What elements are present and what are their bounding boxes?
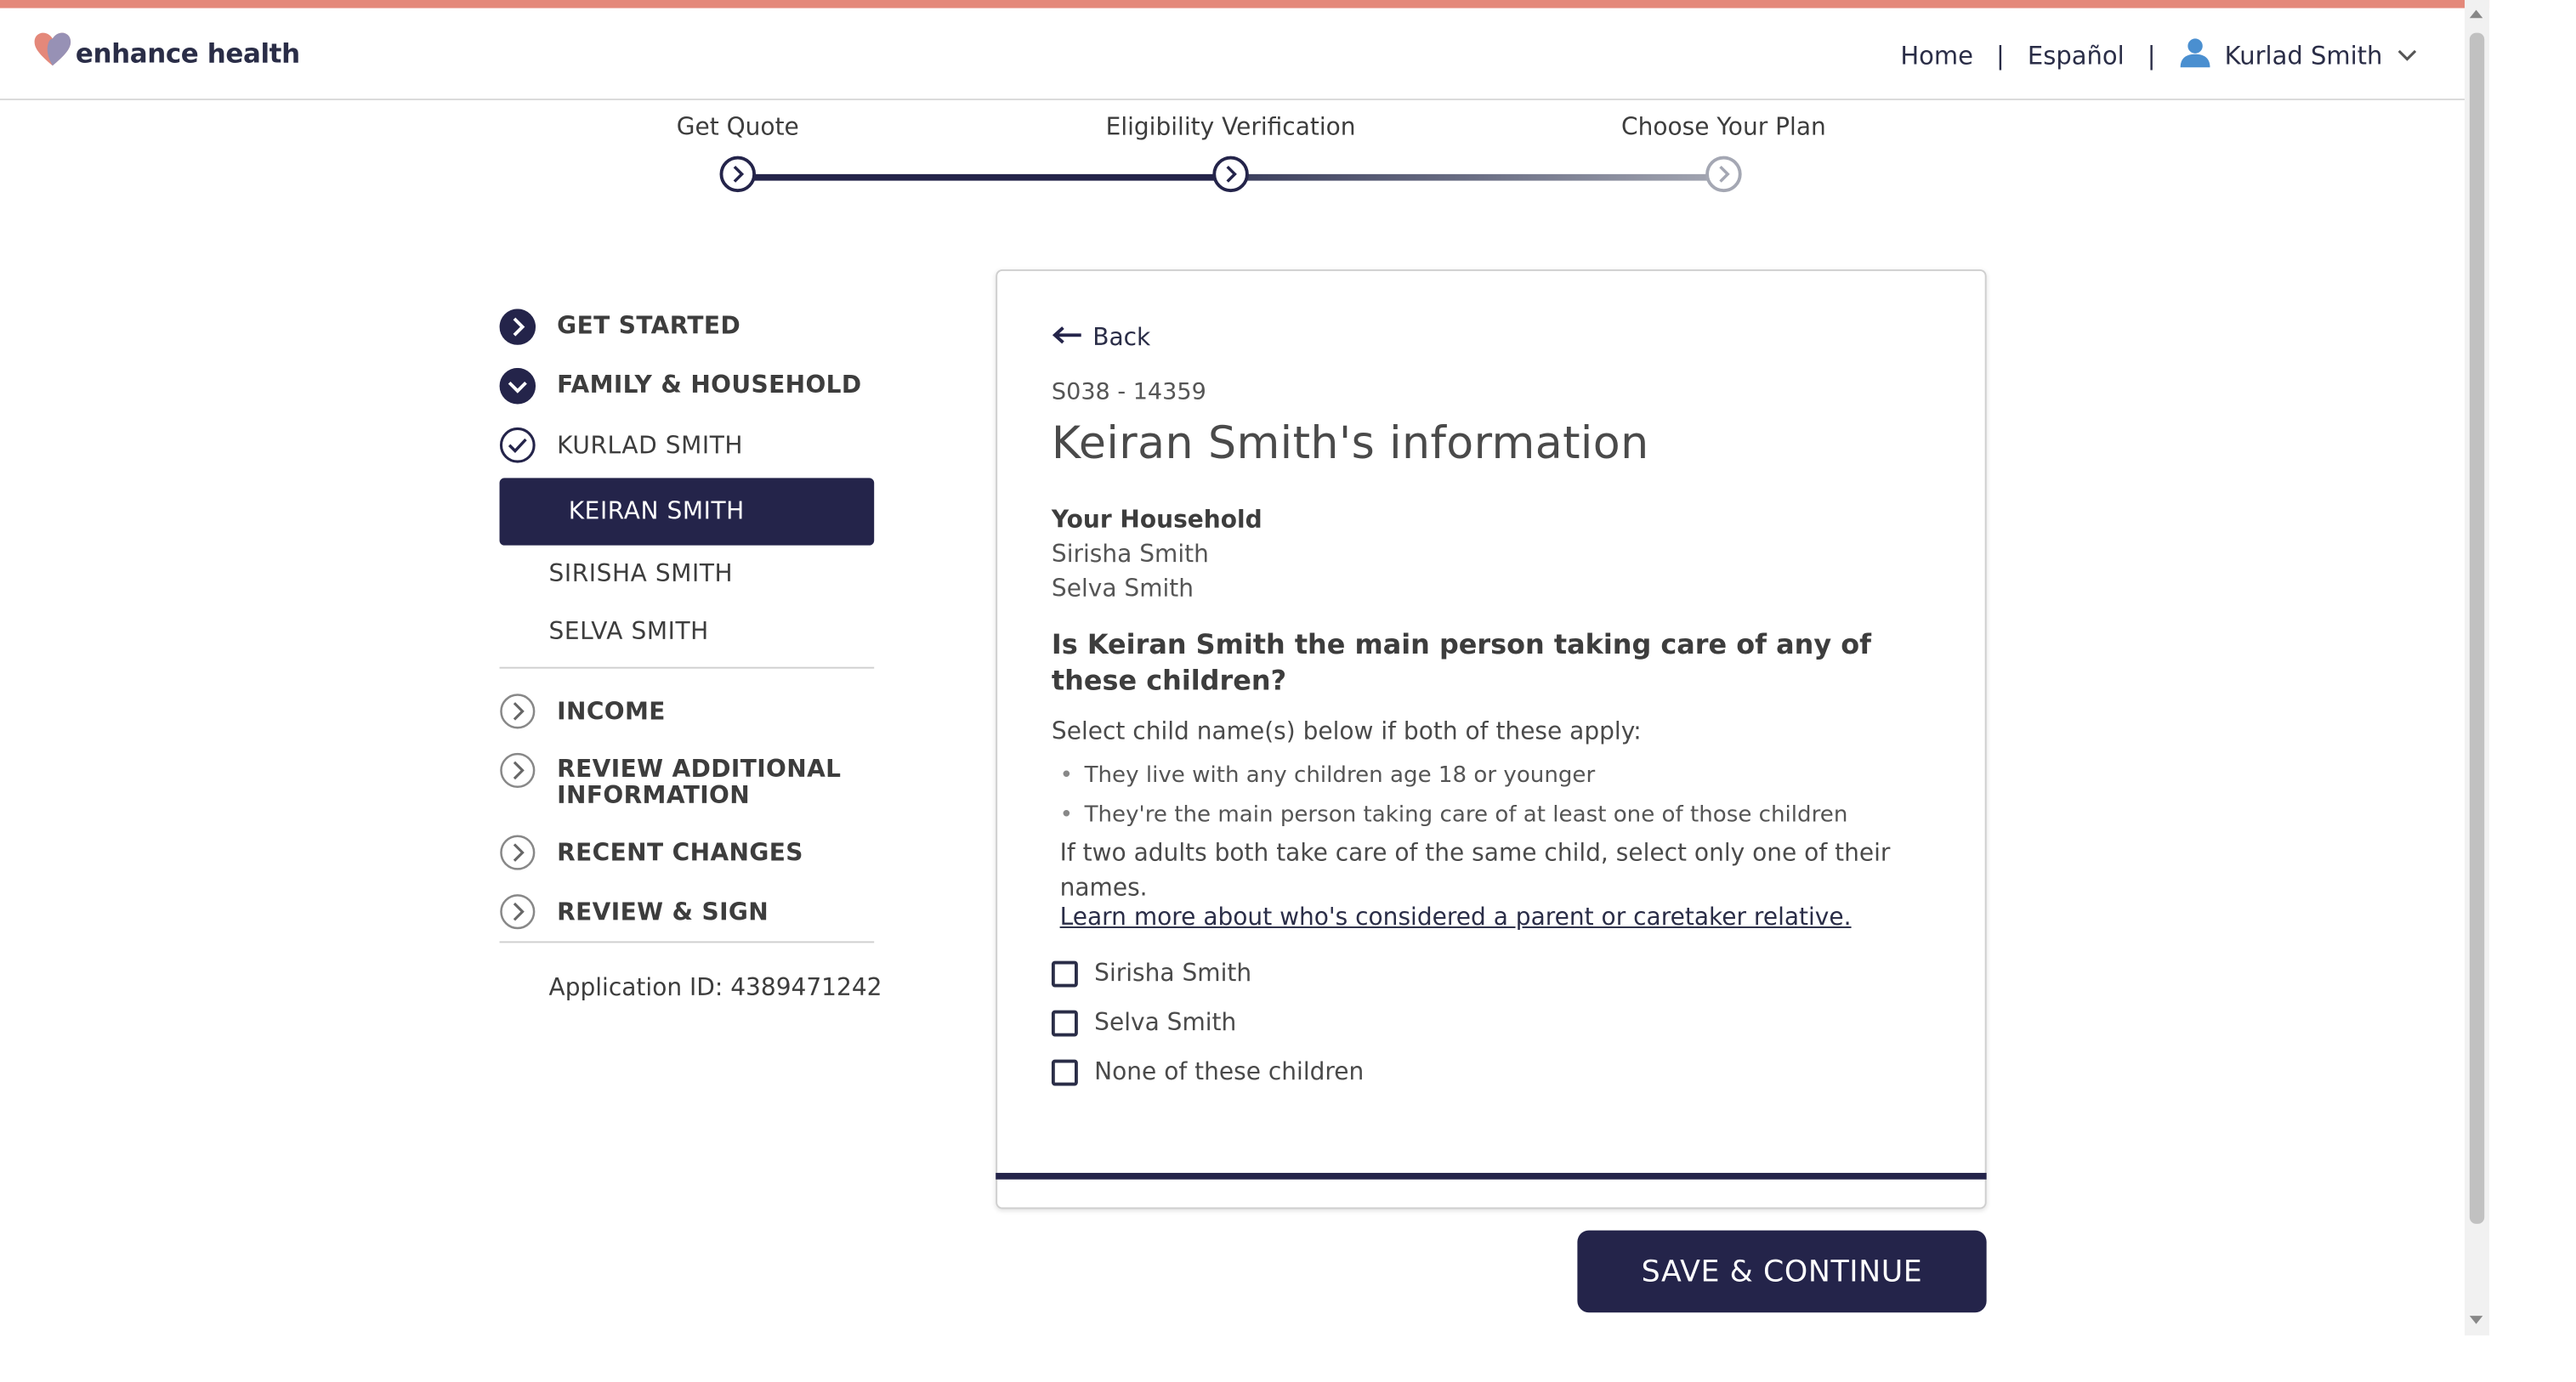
page-scrollbar[interactable]: [2465, 0, 2490, 1336]
option-selva-smith[interactable]: Selva Smith: [1051, 1010, 1237, 1037]
scrollbar-thumb[interactable]: [2469, 32, 2485, 1224]
step-circle-get-quote[interactable]: [719, 156, 757, 193]
sidebar-member-sirisha-smith[interactable]: SIRISHA SMITH: [549, 562, 734, 588]
step-label-get-quote: Get Quote: [676, 115, 799, 142]
sidebar-item-kurlad-smith[interactable]: KURLAD SMITH: [499, 427, 744, 464]
option-sirisha-smith[interactable]: Sirisha Smith: [1051, 960, 1252, 988]
back-label: Back: [1092, 325, 1151, 352]
option-label: Selva Smith: [1094, 1010, 1237, 1037]
step-circle-eligibility[interactable]: [1212, 156, 1249, 193]
chevron-right-outline-icon: [500, 893, 536, 930]
chevron-right-icon: [1714, 159, 1733, 190]
checkbox[interactable]: [1051, 960, 1078, 988]
instruction-text: Select child name(s) below if both of th…: [1051, 719, 1642, 746]
application-id: Application ID: 4389471242: [548, 976, 882, 1002]
form-card: Back S038 - 14359 Keiran Smith's informa…: [996, 269, 1987, 1209]
top-nav: Home | Español | Kurlad Smith: [1900, 37, 2419, 76]
page: enhance health Home | Español | Kurlad S…: [0, 0, 2490, 1336]
sidebar-item-family-household[interactable]: FAMILY & HOUSEHOLD: [499, 367, 862, 405]
chevron-right-icon: [1221, 159, 1240, 190]
nav-separator: |: [2147, 41, 2156, 71]
criteria-bullet: They live with any children age 18 or yo…: [1060, 762, 1596, 789]
criteria-bullet: They're the main person taking care of a…: [1060, 801, 1848, 828]
scroll-up-icon[interactable]: [2469, 9, 2483, 19]
user-name: Kurlad Smith: [2224, 41, 2383, 71]
card-bottom-accent: [996, 1172, 1987, 1180]
chevron-right-icon: [728, 159, 747, 190]
household-label: Your Household: [1051, 507, 1262, 535]
chevron-right-filled-icon: [499, 309, 536, 345]
sidebar-item-label: INCOME: [557, 699, 666, 727]
scroll-down-icon[interactable]: [2469, 1316, 2483, 1324]
nav-separator: |: [1996, 41, 2005, 71]
sidebar-item-review-additional-information[interactable]: REVIEW ADDITIONAL INFORMATION: [500, 752, 861, 810]
sidebar-item-label: GET STARTED: [557, 314, 741, 341]
chevron-right-outline-icon: [500, 835, 536, 871]
logo[interactable]: enhance health: [33, 31, 300, 74]
sidebar-item-label: FAMILY & HOUSEHOLD: [557, 372, 862, 399]
sidebar-item-label: RECENT CHANGES: [557, 841, 803, 868]
sidebar-item-label: KURLAD SMITH: [557, 433, 744, 461]
progress-stepper: Get Quote Eligibility Verification Choos…: [0, 102, 2489, 217]
top-accent-bar: [0, 0, 2490, 8]
sidebar-item-recent-changes[interactable]: RECENT CHANGES: [500, 835, 803, 871]
arrow-left-icon: [1052, 326, 1092, 352]
sidebar-divider: [499, 666, 875, 669]
sidebar-item-get-started[interactable]: GET STARTED: [499, 309, 741, 345]
sidebar-member-selva-smith[interactable]: SELVA SMITH: [549, 620, 709, 646]
sidebar-item-review-sign[interactable]: REVIEW & SIGN: [500, 893, 769, 930]
sidebar-item-label: REVIEW ADDITIONAL INFORMATION: [557, 756, 842, 810]
step-label-choose-plan: Choose Your Plan: [1621, 115, 1826, 142]
user-menu[interactable]: Kurlad Smith: [2179, 37, 2419, 76]
user-icon: [2179, 37, 2212, 76]
step-connector-complete: [737, 173, 1231, 181]
language-link[interactable]: Español: [2028, 41, 2125, 71]
back-link[interactable]: Back: [1052, 326, 1150, 352]
case-id: S038 - 14359: [1051, 379, 1206, 406]
step-connector-upcoming: [1230, 173, 1724, 181]
option-none-of-these[interactable]: None of these children: [1051, 1059, 1365, 1086]
page-title: Keiran Smith's information: [1051, 418, 1649, 470]
sidebar-item-income[interactable]: INCOME: [500, 694, 666, 730]
option-label: Sirisha Smith: [1094, 960, 1252, 988]
step-label-eligibility: Eligibility Verification: [1105, 115, 1356, 142]
chevron-right-outline-icon: [500, 694, 536, 730]
logo-text: enhance health: [75, 37, 300, 69]
home-link[interactable]: Home: [1900, 41, 1973, 71]
chevron-down-icon: [2396, 41, 2419, 71]
learn-more-link[interactable]: Learn more about who's considered a pare…: [1060, 905, 1852, 932]
chevron-down-filled-icon: [499, 367, 536, 405]
heart-logo-icon: [33, 31, 72, 74]
option-label: None of these children: [1094, 1059, 1365, 1086]
household-member: Sirisha Smith: [1051, 541, 1209, 569]
step-circle-choose-plan[interactable]: [1705, 156, 1742, 193]
checkbox[interactable]: [1051, 1010, 1078, 1037]
check-circle-icon: [499, 427, 536, 464]
sidebar-item-label: REVIEW & SIGN: [557, 900, 769, 927]
chevron-right-outline-icon: [500, 752, 536, 789]
header: enhance health Home | Español | Kurlad S…: [0, 8, 2465, 100]
note-text: If two adults both take care of the same…: [1059, 841, 1891, 903]
household-member: Selva Smith: [1051, 576, 1194, 603]
checkbox[interactable]: [1051, 1059, 1078, 1086]
sidebar-divider: [499, 941, 875, 943]
sidebar-member-keiran-smith[interactable]: KEIRAN SMITH: [499, 478, 875, 546]
question-text: Is Keiran Smith the main person taking c…: [1051, 629, 1872, 697]
save-continue-button[interactable]: SAVE & CONTINUE: [1577, 1230, 1987, 1313]
